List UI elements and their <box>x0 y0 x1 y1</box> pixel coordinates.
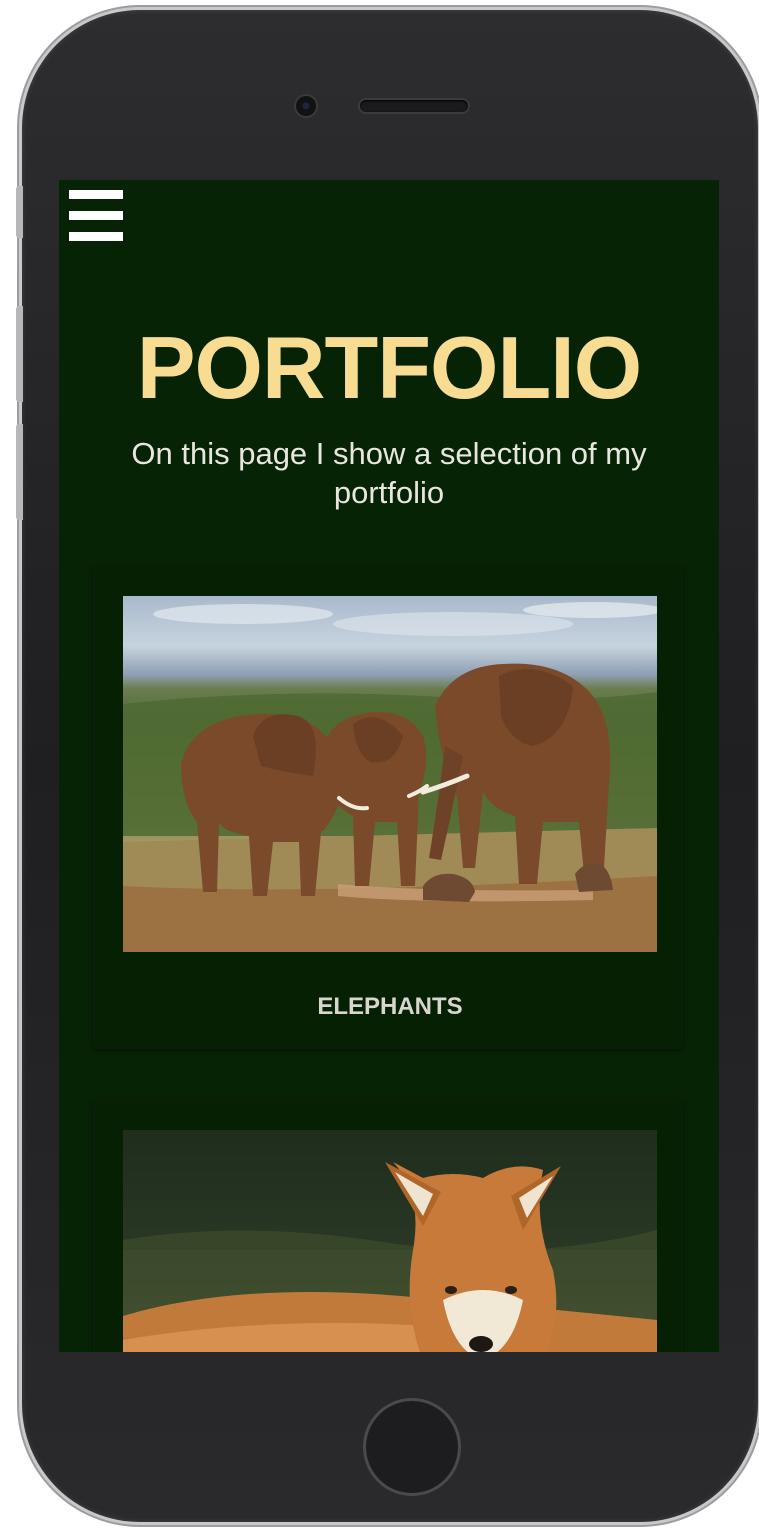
screen: PORTFOLIO On this page I show a selectio… <box>59 180 719 1352</box>
page-subtitle: On this page I show a selection of my po… <box>131 436 647 510</box>
earpiece-speaker <box>360 100 468 112</box>
menu-bar <box>69 190 123 199</box>
volume-up-button[interactable] <box>16 306 23 402</box>
page-title: PORTFOLIO <box>136 318 642 417</box>
fox-photo[interactable] <box>123 1130 657 1352</box>
volume-down-button[interactable] <box>16 424 23 520</box>
menu-bar <box>69 211 123 220</box>
hamburger-menu-icon[interactable] <box>69 190 123 242</box>
portfolio-card-elephants[interactable]: ELEPHANTS <box>93 566 683 1049</box>
front-camera <box>296 96 316 116</box>
mute-switch[interactable] <box>16 186 23 238</box>
menu-bar <box>69 232 123 241</box>
portfolio-card-fox[interactable] <box>93 1100 683 1352</box>
card-caption: ELEPHANTS <box>317 993 463 1020</box>
elephants-photo[interactable] <box>123 596 657 952</box>
home-button[interactable] <box>363 1398 461 1496</box>
